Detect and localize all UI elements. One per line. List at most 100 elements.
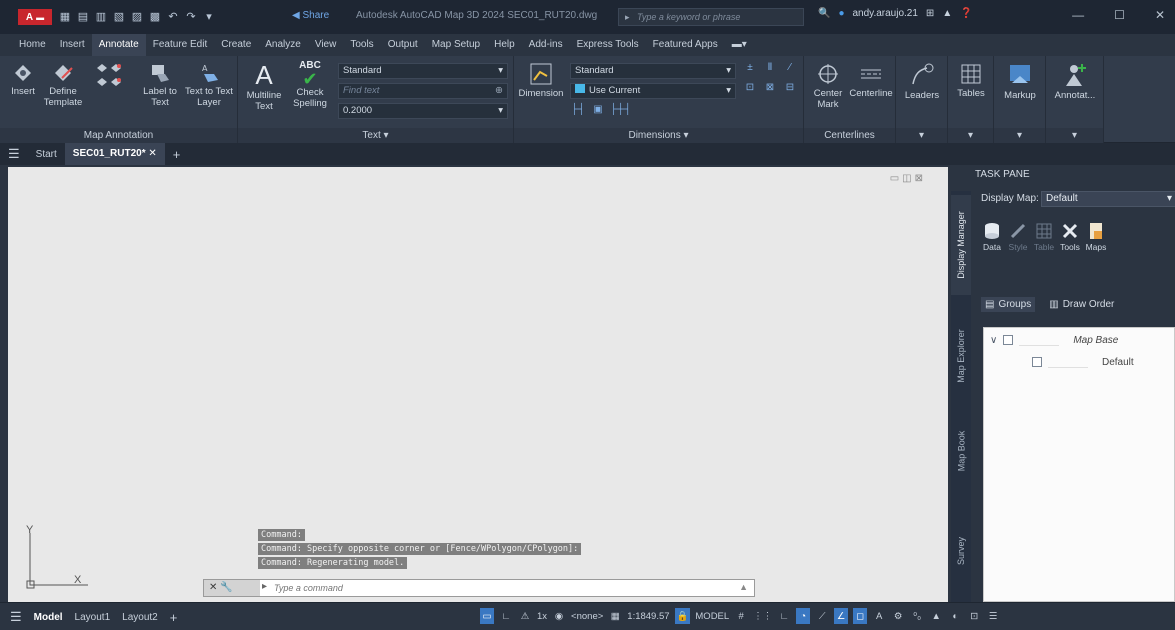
text-to-text-layer-button[interactable]: A Text to Text Layer [184,62,234,108]
viewport-minimize-icon[interactable]: ▭ [890,173,902,184]
tab-insert[interactable]: Insert [53,34,92,56]
panel-expand-leaders[interactable]: ▾ [896,128,947,143]
tab-help[interactable]: Help [487,34,522,56]
dim-tolerance-icon[interactable]: ± [742,62,758,76]
user-icon[interactable]: ● [838,8,844,19]
settings-gear-icon[interactable]: ⚙ [891,608,905,624]
new-tab-icon[interactable]: + [165,147,189,162]
panel-expand-markup[interactable]: ▾ [994,128,1045,143]
panel-title-text[interactable]: Text ▾ [238,128,513,143]
maps-button[interactable]: Maps [1085,221,1107,252]
snap-icon[interactable]: ⋮⋮ [753,608,772,624]
tab-tools[interactable]: Tools [343,34,380,56]
find-text-input[interactable]: Find text ⊕ [338,83,508,99]
map-scale-value[interactable]: 1:1849.57 [627,611,669,622]
save-as-icon[interactable]: ▧ [112,9,126,23]
tab-home[interactable]: Home [12,34,53,56]
share-button[interactable]: ◀ Share [292,10,329,21]
ortho-icon[interactable]: ∟ [777,608,791,624]
tab-analyze[interactable]: Analyze [258,34,308,56]
table-button[interactable]: Table [1033,221,1055,252]
annotation-scale-icon[interactable]: ⚠ [518,608,532,624]
tab-active-drawing[interactable]: SEC01_RUT20* ✕ [64,143,165,165]
center-mark-button[interactable]: Center Mark [808,62,848,110]
scale-icon[interactable]: ▦ [608,608,622,624]
quick-properties-icon[interactable]: ▲ [929,608,943,624]
model-space-icon[interactable]: ▭ [480,608,494,624]
label-to-text-button[interactable]: Label to Text [138,62,182,108]
annotate-button[interactable]: Annotat... [1048,62,1102,101]
tab-layout2[interactable]: Layout2 [122,612,158,623]
tab-feature-edit[interactable]: Feature Edit [146,34,214,56]
tools-button[interactable]: Tools [1059,221,1081,252]
isolate-objects-icon[interactable]: ◐ [948,608,962,624]
tab-start[interactable]: Start [28,149,65,160]
tab-annotate[interactable]: Annotate [91,34,146,56]
web-mobile-icon[interactable]: ▨ [130,9,144,23]
coordinate-system-value[interactable]: <none> [571,611,603,622]
tab-layout1[interactable]: Layout1 [75,612,111,623]
dim-space-icon[interactable]: Ⅱ [762,62,778,76]
leaders-button[interactable]: Leaders [900,62,944,101]
application-menu-button[interactable]: A ▬ [18,9,52,25]
panel-expand-tables[interactable]: ▾ [948,128,993,143]
tab-model[interactable]: Model [34,612,63,623]
polar-tracking-icon[interactable]: ◔ [796,608,811,624]
display-map-select[interactable]: Default ▾ [1041,191,1175,207]
dimension-layer-select[interactable]: Use Current ▾ [570,83,736,99]
draw-order-toggle[interactable]: ▥ Draw Order [1045,297,1118,312]
dim-continue-icon[interactable]: ├┼┤ [610,104,631,118]
dim-update-icon[interactable]: ⊡ [742,82,758,96]
drawing-canvas[interactable]: ▭◫⊠ Y X Command: Command: Specify opposi… [8,167,948,602]
autodesk-icon[interactable]: ▲ [942,8,952,19]
help-icon[interactable]: ❓ [960,8,972,19]
layer-visibility-checkbox[interactable] [1032,357,1042,367]
text-style-select[interactable]: Standard ▾ [338,63,508,79]
dim-jog-icon[interactable]: ⊟ [782,82,798,96]
dim-inspect-icon[interactable]: ⊠ [762,82,778,96]
vtab-map-book[interactable]: Map Book [951,411,971,491]
clean-screen-icon[interactable]: ⊡ [967,608,981,624]
dynamic-ucs-icon[interactable]: ∟ [499,608,513,624]
maximize-icon[interactable]: ☐ [1114,8,1125,22]
search-input[interactable]: ▸ Type a keyword or phrase [618,8,804,26]
dim-oblique-icon[interactable]: ⁄ [782,62,798,76]
annotation-edit-buttons[interactable] [92,62,126,94]
open-icon[interactable]: ▤ [76,9,90,23]
viewport-restore-icon[interactable]: ◫ [902,173,914,184]
units-icon[interactable]: ⁰₀ [910,608,924,624]
vtab-survey[interactable]: Survey [951,511,971,591]
dim-linear-icon[interactable]: ├┤ [570,104,586,118]
tab-map-setup[interactable]: Map Setup [425,34,487,56]
command-scroll-up-icon[interactable]: ▲ [739,582,748,592]
style-button[interactable]: Style [1007,221,1029,252]
annotation-visibility-icon[interactable]: A [872,608,886,624]
dimension-button[interactable]: Dimension [518,62,564,99]
chevron-down-icon[interactable]: ∨ [990,335,997,346]
tab-featured-apps[interactable]: Featured Apps [646,34,725,56]
tab-add-ins[interactable]: Add-ins [522,34,570,56]
panel-title-dimensions[interactable]: Dimensions ▾ [514,128,803,143]
lock-icon[interactable]: 🔒 [674,608,691,624]
object-snap-icon[interactable]: ◻ [853,608,868,624]
group-visibility-checkbox[interactable] [1003,335,1014,345]
define-template-button[interactable]: Define Template [40,62,86,108]
save-icon[interactable]: ▥ [94,9,108,23]
multiline-text-button[interactable]: A Multiline Text [244,60,284,112]
tables-button[interactable]: Tables [950,62,992,99]
tab-create[interactable]: Create [214,34,258,56]
close-icon[interactable]: ✕ [1155,8,1165,22]
centerline-button[interactable]: Centerline [848,62,894,99]
minimize-icon[interactable]: — [1072,8,1084,22]
hamburger-icon[interactable]: ☰ [0,146,28,162]
dim-break-icon[interactable]: ▣ [590,104,606,118]
object-snap-tracking-icon[interactable]: ∠ [834,608,849,624]
model-label[interactable]: MODEL [695,611,729,622]
insert-button[interactable]: Insert [10,62,36,97]
add-layout-icon[interactable]: + [170,610,178,625]
dimension-style-select[interactable]: Standard ▾ [570,63,736,79]
customize-icon[interactable]: ▾ [202,9,216,23]
text-height-input[interactable]: 0.2000 ▾ [338,103,508,119]
recent-commands-icon[interactable]: ▸ [262,581,267,592]
close-icon[interactable]: ✕ [209,582,217,593]
